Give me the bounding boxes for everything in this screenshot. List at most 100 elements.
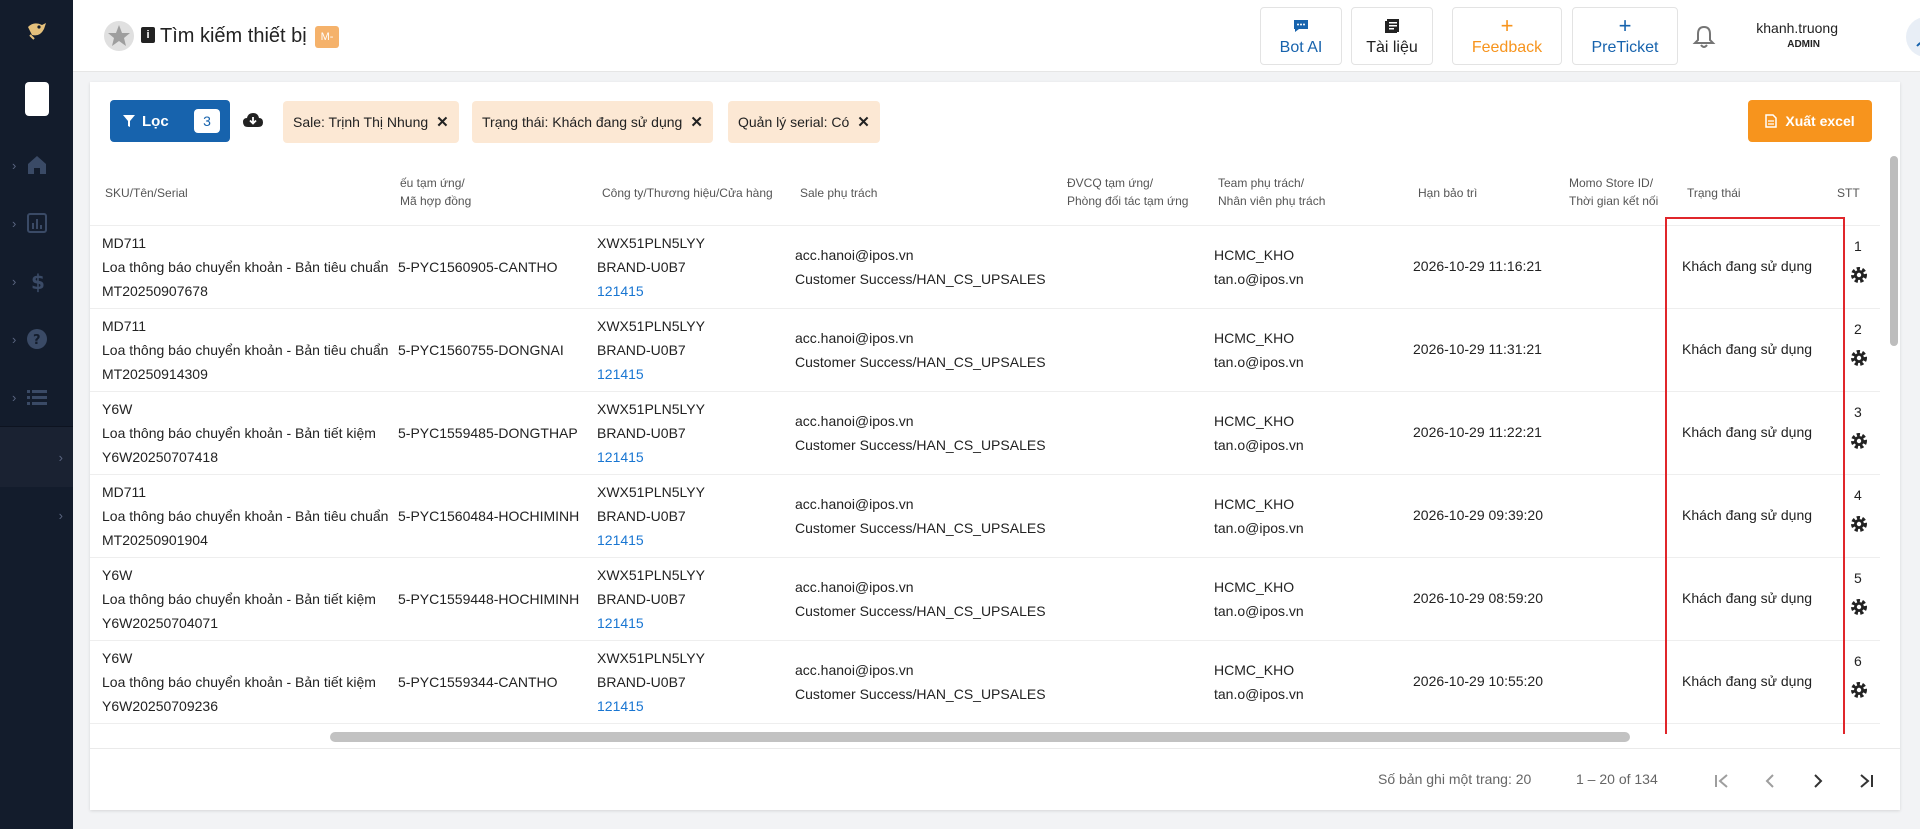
favorite-star-icon[interactable] — [103, 20, 135, 52]
settings-gear-icon[interactable] — [1848, 513, 1870, 535]
sidebar-item-finance[interactable]: › $ — [0, 252, 73, 310]
sidebar-item-help[interactable]: › ? — [0, 310, 73, 368]
documents-button[interactable]: Tài liệu — [1351, 7, 1433, 65]
cell-contract: 5-PYC1560755-DONGNAI — [398, 342, 564, 358]
column-header-team[interactable]: Team phụ trách/Nhân viên phụ trách — [1218, 174, 1325, 210]
chevron-right-icon: › — [58, 449, 63, 465]
sidebar-toggle[interactable] — [24, 82, 49, 116]
store-link[interactable]: 121415 — [597, 615, 644, 631]
column-header-dvcq[interactable]: ĐVCQ tạm ứng/Phòng đối tác tạm ứng — [1067, 174, 1188, 210]
cell-warranty: 2026-10-29 11:31:21 — [1413, 341, 1542, 357]
settings-gear-icon[interactable] — [1848, 347, 1870, 369]
prev-page-button[interactable] — [1756, 767, 1784, 795]
cell-sku: MD711 Loa thông báo chuyển khoản - Bản ti… — [102, 235, 389, 299]
cell-sku: MD711 Loa thông báo chuyển khoản - Bản ti… — [102, 318, 389, 382]
preticket-button[interactable]: + PreTicket — [1572, 7, 1678, 65]
cell-sku: Y6W Loa thông báo chuyển khoản - Bản tiết… — [102, 650, 376, 714]
sidebar-item-home[interactable]: › — [0, 136, 73, 194]
sidebar-item-sub-1[interactable]: › — [0, 427, 73, 487]
cell-sale: acc.hanoi@ipos.vn Customer Success/HAN_CS… — [795, 662, 1046, 702]
column-header-sale[interactable]: Sale phụ trách — [800, 184, 877, 202]
store-link[interactable]: 121415 — [597, 698, 644, 714]
table-row[interactable]: MD711 Loa thông báo chuyển khoản - Bản ti… — [90, 226, 1880, 309]
column-header-contract[interactable]: ếu tạm ứng/Mã hợp đồng — [400, 174, 471, 210]
filter-chip-serial[interactable]: Quản lý serial: Có ✕ — [728, 101, 880, 143]
cell-warranty: 2026-10-29 08:59:20 — [1413, 590, 1543, 606]
filter-label: Lọc — [142, 112, 169, 130]
column-header-status[interactable]: Trạng thái — [1687, 184, 1741, 202]
next-page-button[interactable] — [1804, 767, 1832, 795]
notification-bell-icon[interactable] — [1691, 24, 1717, 50]
close-icon[interactable]: ✕ — [857, 113, 870, 131]
top-header: i Tìm kiếm thiết bị M- Bot AI Tài liệu +… — [73, 0, 1920, 72]
user-icon — [1916, 42, 1920, 47]
settings-gear-icon[interactable] — [1848, 264, 1870, 286]
settings-gear-icon[interactable] — [1848, 596, 1870, 618]
cell-contract: 5-PYC1560905-CANTHO — [398, 259, 558, 275]
settings-gear-icon[interactable] — [1848, 430, 1870, 452]
cell-stt: 5 — [1854, 570, 1862, 586]
last-page-icon — [1860, 774, 1873, 788]
close-icon[interactable]: ✕ — [690, 113, 703, 131]
column-header-warranty[interactable]: Hạn bảo trì — [1418, 184, 1477, 202]
filter-button[interactable]: Lọc 3 — [110, 100, 230, 142]
table-row[interactable]: MD711 Loa thông báo chuyển khoản - Bản ti… — [90, 309, 1880, 392]
chevron-right-icon: › — [58, 507, 63, 523]
cell-contract: 5-PYC1560484-HOCHIMINH — [398, 508, 580, 524]
per-page-label[interactable]: Số bản ghi một trang: 20 — [1378, 771, 1531, 787]
filter-chip-status[interactable]: Trạng thái: Khách đang sử dụng ✕ — [472, 101, 713, 143]
feedback-button[interactable]: + Feedback — [1452, 7, 1562, 65]
page-title: Tìm kiếm thiết bị — [160, 25, 307, 47]
cell-warranty: 2026-10-29 09:39:20 — [1413, 507, 1543, 523]
user-info[interactable]: khanh.truong ADMIN — [1738, 20, 1838, 50]
column-header-sku[interactable]: SKU/Tên/Serial — [105, 184, 188, 202]
column-header-momo[interactable]: Momo Store ID/Thời gian kết nối — [1569, 174, 1658, 210]
documents-label: Tài liệu — [1366, 39, 1418, 56]
svg-text:$: $ — [31, 270, 45, 293]
sidebar-item-sub-2[interactable]: › — [0, 487, 73, 543]
bot-ai-button[interactable]: Bot AI — [1260, 7, 1342, 65]
last-page-button[interactable] — [1852, 767, 1880, 795]
table-row[interactable]: Y6W Loa thông báo chuyển khoản - Bản tiết… — [90, 641, 1880, 724]
document-icon — [1383, 15, 1401, 37]
vertical-scrollbar[interactable] — [1890, 156, 1898, 346]
home-icon — [27, 156, 46, 174]
store-link[interactable]: 121415 — [597, 283, 644, 299]
filter-chip-label: Trạng thái: Khách đang sử dụng — [482, 114, 683, 130]
table-row[interactable]: Y6W Loa thông báo chuyển khoản - Bản tiết… — [90, 558, 1880, 641]
app-logo[interactable] — [22, 15, 52, 45]
cell-warranty: 2026-10-29 11:22:21 — [1413, 424, 1542, 440]
filter-count-badge: 3 — [194, 109, 220, 133]
main-card: Lọc 3 Sale: Trịnh Thị Nhung ✕ Trạng thái… — [90, 82, 1900, 810]
sidebar-item-reports[interactable]: › — [0, 194, 73, 252]
sidebar-item-list[interactable]: › — [0, 368, 73, 426]
cell-contract: 5-PYC1559485-DONGTHAP — [398, 425, 578, 441]
column-header-company[interactable]: Công ty/Thương hiệu/Cửa hàng — [602, 184, 773, 202]
export-label: Xuất excel — [1785, 113, 1855, 129]
first-page-button[interactable] — [1708, 767, 1736, 795]
cell-team: HCMC_KHO tan.o@ipos.vn — [1214, 579, 1304, 619]
table-row[interactable]: Y6W Loa thông báo chuyển khoản - Bản tiết… — [90, 392, 1880, 475]
settings-gear-icon[interactable] — [1848, 679, 1870, 701]
sidebar-header — [0, 0, 73, 60]
filter-chip-sale[interactable]: Sale: Trịnh Thị Nhung ✕ — [283, 101, 459, 143]
table-row[interactable]: MD711 Loa thông báo chuyển khoản - Bản ti… — [90, 475, 1880, 558]
store-link[interactable]: 121415 — [597, 449, 644, 465]
chevron-right-icon: › — [12, 389, 17, 405]
file-icon — [1765, 114, 1778, 128]
cell-team: HCMC_KHO tan.o@ipos.vn — [1214, 413, 1304, 453]
cloud-download-icon[interactable] — [242, 110, 264, 132]
avatar[interactable] — [1906, 17, 1920, 57]
cell-company: XWX51PLN5LYY BRAND-U0B7 121415 — [597, 484, 705, 548]
cell-company: XWX51PLN5LYY BRAND-U0B7 121415 — [597, 567, 705, 631]
column-header-stt[interactable]: STT — [1837, 184, 1860, 202]
cell-sale: acc.hanoi@ipos.vn Customer Success/HAN_CS… — [795, 413, 1046, 453]
feedback-label: Feedback — [1471, 39, 1543, 56]
preticket-label: PreTicket — [1591, 39, 1659, 56]
horizontal-scrollbar[interactable] — [330, 732, 1630, 742]
cell-stt: 2 — [1854, 321, 1862, 337]
close-icon[interactable]: ✕ — [436, 113, 449, 131]
store-link[interactable]: 121415 — [597, 532, 644, 548]
store-link[interactable]: 121415 — [597, 366, 644, 382]
export-excel-button[interactable]: Xuất excel — [1748, 100, 1872, 142]
